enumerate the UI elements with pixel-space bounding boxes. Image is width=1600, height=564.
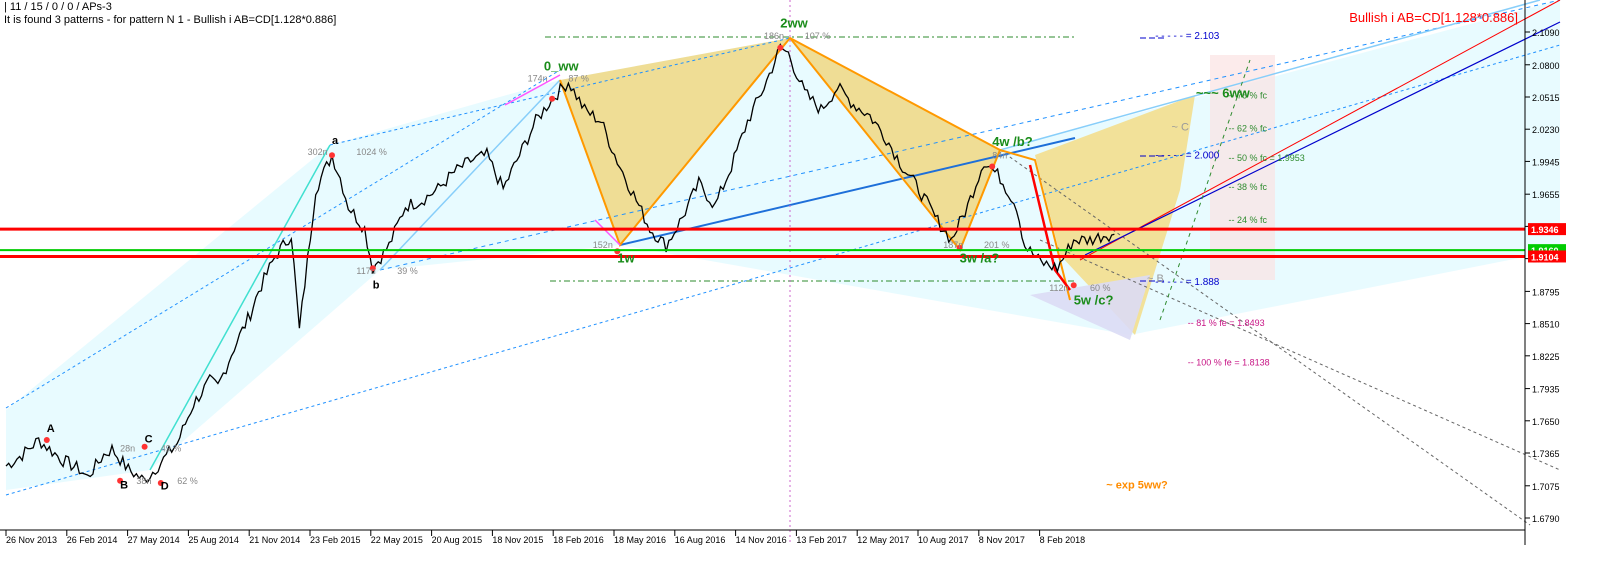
annotation-label: -- 100 % fe = 1.8138: [1188, 357, 1270, 367]
annotation-label: 84n: [992, 151, 1007, 161]
annotation-label: 5w /c?: [1074, 292, 1114, 307]
pivot-marker: [329, 152, 335, 159]
x-tick-label: 12 May 2017: [857, 535, 909, 545]
annotation-label: 39 %: [397, 266, 418, 276]
annotation-label: 0_ww: [544, 58, 580, 73]
annotation-label: b: [373, 280, 380, 292]
x-tick-label: 10 Aug 2017: [918, 535, 969, 545]
annotation-label: - - - - - = 2.103: [1155, 31, 1220, 42]
price-tag-label: 1.9346: [1531, 225, 1559, 235]
annotation-label: 62 %: [177, 476, 198, 486]
annotation-label: a: [332, 135, 339, 147]
annotation-label: 107 %: [805, 31, 831, 41]
annotation-label: - - - - - = 2.000: [1155, 151, 1220, 162]
annotation-label: 201 %: [984, 240, 1010, 250]
price-tag-label: 1.9104: [1531, 252, 1559, 262]
y-tick-label: 2.0230: [1532, 125, 1560, 135]
y-tick-label: 1.7075: [1532, 482, 1560, 492]
x-tick-label: 26 Feb 2014: [67, 535, 118, 545]
pivot-marker: [1070, 282, 1077, 289]
x-tick-label: 16 Aug 2016: [675, 535, 726, 545]
y-tick-label: 1.8510: [1532, 320, 1560, 330]
annotation-label: 302n: [308, 147, 328, 157]
annotation-label: 187n: [943, 240, 963, 250]
annotation-label: 112n: [1049, 283, 1068, 293]
x-tick-label: 18 Feb 2016: [553, 535, 604, 545]
annotation-label: 174n: [528, 74, 548, 84]
pattern-label: Bullish i AB=CD[1.128*0.886]: [1349, 10, 1518, 25]
y-tick-label: 1.8795: [1532, 287, 1560, 297]
annotation-label: -- 81 % fe = 1.8493: [1188, 318, 1265, 328]
x-tick-label: 20 Aug 2015: [432, 535, 483, 545]
x-tick-label: 21 Nov 2014: [249, 535, 300, 545]
x-tick-label: 23 Feb 2015: [310, 535, 361, 545]
annotation-label: A: [47, 423, 55, 435]
annotation-label: -- 50 % fc = 1.9953: [1229, 153, 1305, 163]
annotation-label: -- 62 % fc: [1229, 124, 1268, 134]
y-tick-label: 1.8225: [1532, 352, 1560, 362]
x-tick-label: 8 Feb 2018: [1040, 535, 1086, 545]
x-tick-label: 26 Nov 2013: [6, 535, 57, 545]
y-tick-label: 1.9945: [1532, 157, 1560, 167]
annotation-label: 28n: [120, 443, 135, 453]
annotation-label: 60 %: [1090, 283, 1111, 293]
y-tick-label: 1.9655: [1532, 190, 1560, 200]
annotation-label: 3w /a?: [960, 251, 1000, 266]
y-tick-label: 1.7650: [1532, 417, 1560, 427]
y-tick-label: 2.1090: [1532, 28, 1560, 38]
x-tick-label: 27 May 2014: [128, 535, 180, 545]
y-tick-label: 2.0515: [1532, 93, 1560, 103]
annotation-label: B: [120, 480, 128, 492]
annotation-label: ~ exp 5ww?: [1106, 480, 1168, 492]
x-tick-label: 18 May 2016: [614, 535, 666, 545]
annotation-label: 4w /b?: [992, 134, 1033, 149]
annotation-label: 117n: [356, 266, 375, 276]
annotation-label: D: [161, 481, 169, 493]
annotation-label: - - - - - = 1.888: [1155, 277, 1220, 288]
y-tick-label: 1.7365: [1532, 449, 1560, 459]
annotation-label: 49 %: [161, 443, 182, 453]
header-line-1: | 11 / 15 / 0 / 0 / APs-3: [4, 1, 112, 13]
x-tick-label: 18 Nov 2015: [492, 535, 543, 545]
x-tick-label: 8 Nov 2017: [979, 535, 1025, 545]
annotation-label: -- 24 % fc: [1229, 215, 1268, 225]
annotation-label: 1024 %: [356, 147, 387, 157]
pivot-marker: [549, 95, 556, 102]
annotation-label: 186n: [764, 31, 784, 41]
y-tick-label: 1.7935: [1532, 385, 1560, 395]
header-line-2: It is found 3 patterns - for pattern N 1…: [4, 14, 337, 26]
annotation-label: 152n: [593, 240, 613, 250]
x-tick-label: 13 Feb 2017: [796, 535, 847, 545]
y-tick-label: 2.0800: [1532, 61, 1560, 71]
price-chart: 2.1090 2.0800 2.0515 2.0230 1.9945 1.9655 1.93…: [0, 0, 1600, 564]
x-tick-label: 22 May 2015: [371, 535, 423, 545]
annotation-label: -- 76 % fc: [1229, 91, 1268, 101]
annotation-label: -- 38 % fc: [1229, 182, 1268, 192]
annotation-label: 38n: [136, 476, 151, 486]
annotation-label: 1w: [617, 251, 635, 266]
y-tick-label: 1.6790: [1532, 514, 1560, 524]
annotation-label: 2ww: [780, 16, 808, 31]
annotation-label: C: [145, 433, 153, 445]
x-tick-label: 25 Aug 2014: [188, 535, 239, 545]
pivot-marker: [777, 44, 784, 51]
chart-root: 2.1090 2.0800 2.0515 2.0230 1.9945 1.9655 1.93…: [0, 0, 1600, 564]
annotation-label: 87 %: [568, 74, 589, 84]
pivot-marker: [989, 163, 996, 170]
annotation-label: ~ C: [1172, 121, 1189, 133]
pivot-marker: [43, 437, 50, 443]
x-tick-label: 14 Nov 2016: [736, 535, 787, 545]
